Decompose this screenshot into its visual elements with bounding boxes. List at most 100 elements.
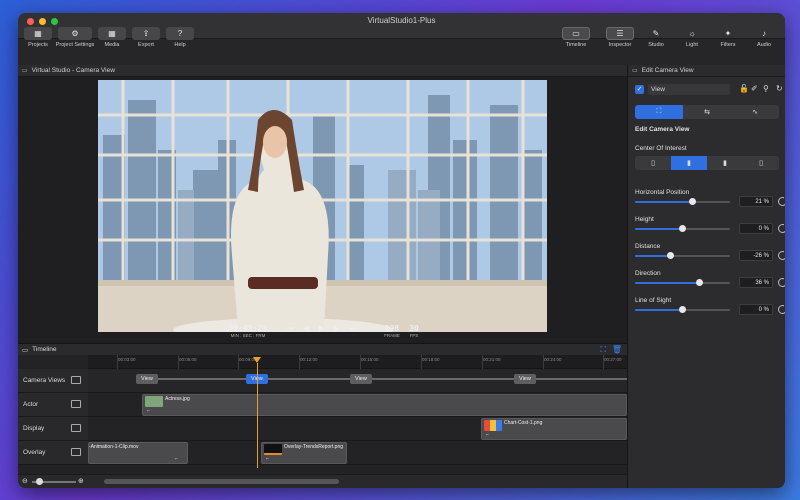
frame-display: 298 FRAME — [382, 324, 402, 338]
studio-label: Studio — [648, 42, 664, 48]
timeline-ruler[interactable]: 00:03:00 00:06:00 00:09:00 00:12:00 00:1… — [88, 355, 627, 369]
camera-view-keyframe[interactable]: View — [514, 374, 536, 384]
projects-button[interactable]: ▦ Projects — [21, 27, 55, 48]
display-track[interactable]: Chart-Cost-1.png ⌐ — [88, 417, 627, 441]
camera-mode-segmented-control: ⛶ ⇆ ∿ — [635, 105, 779, 119]
direction-value[interactable]: 36 % — [739, 277, 773, 288]
camera-move-icon: ⇆ — [704, 109, 710, 116]
inspector-header: ▭ Edit Camera View — [628, 65, 785, 77]
coi-option-center-right[interactable]: ▮ — [707, 156, 743, 170]
reset-icon[interactable] — [778, 278, 785, 287]
ruler-tick: 00:24:00 — [543, 355, 562, 369]
zoom-slider-knob[interactable] — [36, 478, 43, 485]
overlay-track-icon — [71, 448, 81, 456]
link-icon[interactable]: ⚲ — [763, 84, 769, 93]
transition-icon: ⌐ — [147, 408, 150, 414]
reset-icon[interactable] — [778, 197, 785, 206]
reset-view-icon[interactable]: ↻ — [776, 84, 783, 93]
overlay-clip-name: -Animation-1-Clip.mov — [89, 444, 139, 450]
track-label-overlay[interactable]: Overlay — [18, 441, 88, 465]
zoom-in-icon[interactable]: ⊕ — [78, 477, 84, 485]
project-settings-button[interactable]: ⚙ Project Settings — [55, 27, 95, 48]
fps-label: FPS — [409, 333, 419, 338]
actor-clip[interactable]: Actress.jpg ⌐ — [142, 394, 627, 416]
timeline-panel: ▭ Timeline ⛶ 🗑 00:03:00 00:06:00 00:09:0… — [18, 343, 627, 488]
display-clip[interactable]: Chart-Cost-1.png ⌐ — [481, 418, 627, 440]
zoom-out-icon[interactable]: ⊖ — [22, 477, 28, 485]
direction-slider[interactable] — [635, 279, 730, 286]
overlay-track[interactable]: -Animation-1-Clip.mov ⌐ Overlay-TrendsRe… — [88, 441, 627, 465]
filters-button[interactable]: ✦ Filters — [711, 27, 745, 48]
height-slider[interactable] — [635, 225, 730, 232]
view-name-field[interactable]: View — [648, 84, 730, 95]
horizontal-position-slider[interactable] — [635, 198, 730, 205]
projects-label: Projects — [28, 42, 48, 48]
coi-option-right[interactable]: ▯ — [743, 156, 779, 170]
line-of-sight-slider[interactable] — [635, 306, 730, 313]
camera-viewer[interactable] — [18, 77, 627, 343]
light-button[interactable]: ☼ Light — [675, 27, 709, 48]
track-label-camera-views[interactable]: Camera Views — [18, 369, 88, 393]
coi-option-center-left[interactable]: ▮ — [671, 156, 707, 170]
media-button[interactable]: ▦ Media — [95, 27, 129, 48]
skip-start-button[interactable]: ⏮ — [286, 324, 296, 334]
media-label: Media — [104, 42, 120, 48]
inspector-toggle-button[interactable]: ☰ Inspector — [603, 27, 637, 48]
studio-button[interactable]: ✎ Studio — [639, 27, 673, 48]
frame-value: 298 — [384, 324, 400, 333]
light-label: Light — [686, 42, 698, 48]
camera-view-keyframe[interactable]: View — [136, 374, 158, 384]
export-button[interactable]: ⇪ Export — [129, 27, 163, 48]
transport-bar: 00:09:28 MIN : SEC : FRM ⏮ ◀ ▶ ▶ ⏭ 298 F… — [18, 321, 627, 343]
step-forward-button[interactable]: ▶ — [332, 324, 342, 334]
display-track-icon — [71, 424, 81, 432]
param-label: Distance — [635, 243, 661, 250]
step-back-button[interactable]: ◀ — [301, 324, 311, 334]
help-button[interactable]: ? Help — [163, 27, 197, 48]
sparkle-icon: ✦ — [724, 29, 732, 38]
track-label-display[interactable]: Display — [18, 417, 88, 441]
overlay-clip-trends[interactable]: Overlay-TrendsReport.png ⌐ — [261, 442, 347, 464]
trash-icon[interactable]: 🗑 — [612, 345, 622, 354]
horizontal-position-value[interactable]: 21 % — [739, 196, 773, 207]
toolbar-right-group: ▭ Timeline ☰ Inspector ✎ Studio ☼ Light … — [559, 26, 781, 48]
project-settings-label: Project Settings — [55, 42, 95, 48]
camera-views-track[interactable]: View View View View — [88, 369, 627, 393]
reset-icon[interactable] — [778, 305, 785, 314]
center-of-interest-control: ▯ ▮ ▮ ▯ — [635, 156, 779, 170]
inspector-title: Edit Camera View — [641, 67, 694, 74]
camera-move-mode-button[interactable]: ⇆ — [683, 105, 731, 119]
audio-label: Audio — [756, 42, 772, 48]
timecode-format: MIN : SEC : FRM — [230, 333, 266, 338]
param-label: Direction — [635, 270, 661, 277]
height-value[interactable]: 0 % — [739, 223, 773, 234]
actor-clip-thumbnail — [145, 396, 163, 407]
actor-track[interactable]: Actress.jpg ⌐ — [88, 393, 627, 417]
distance-slider[interactable] — [635, 252, 730, 259]
coi-option-left[interactable]: ▯ — [635, 156, 671, 170]
track-label-actor[interactable]: Actor — [18, 393, 88, 417]
ruler-tick: 00:06:00 — [178, 355, 197, 369]
overlay-clip-animation[interactable]: -Animation-1-Clip.mov ⌐ — [88, 442, 188, 464]
reset-icon[interactable] — [778, 251, 785, 260]
param-label: Line of Sight — [635, 297, 672, 304]
timeline-toggle-button[interactable]: ▭ Timeline — [559, 27, 593, 48]
gear-icon: ⚙ — [58, 27, 92, 40]
eraser-icon[interactable]: ✐ — [751, 84, 758, 93]
camera-view-keyframe[interactable]: View — [350, 374, 372, 384]
camera-path-mode-button[interactable]: ∿ — [731, 105, 779, 119]
fit-timeline-icon[interactable]: ⛶ — [600, 345, 606, 355]
view-checkbox[interactable]: ✓ — [635, 85, 644, 94]
lock-icon[interactable]: 🔓 — [739, 84, 749, 93]
play-button[interactable]: ▶ — [317, 324, 327, 334]
skip-end-button[interactable]: ⏭ — [348, 324, 358, 334]
audio-button[interactable]: ♪ Audio — [747, 27, 781, 48]
reset-icon[interactable] — [778, 224, 785, 233]
ruler-tick: 00:18:00 — [421, 355, 440, 369]
camera-frame-mode-button[interactable]: ⛶ — [635, 105, 683, 119]
line-of-sight-value[interactable]: 0 % — [739, 304, 773, 315]
timeline-scrollbar[interactable] — [104, 479, 339, 484]
inspector-panel: ▭ Edit Camera View ✓ View 🔓 ✐ ⚲ ↻ ⛶ ⇆ ∿ … — [627, 65, 785, 488]
timeline-label: Timeline — [565, 42, 587, 48]
distance-value[interactable]: -26 % — [739, 250, 773, 261]
